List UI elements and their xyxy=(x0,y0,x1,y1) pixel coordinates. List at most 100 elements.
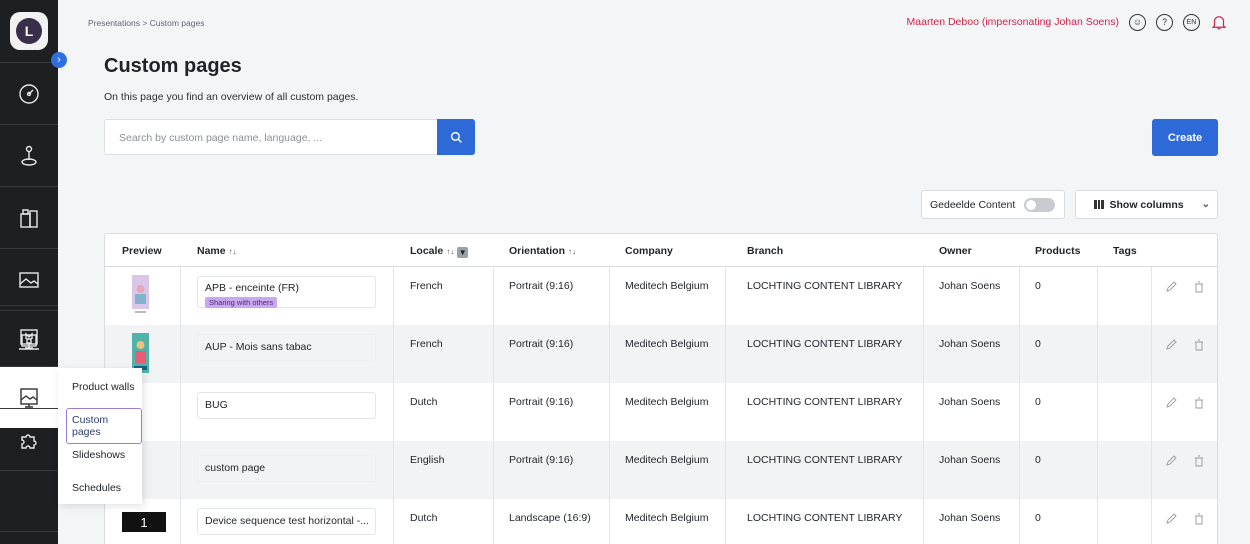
breadcrumb[interactable]: Presentations > Custom pages xyxy=(88,18,204,28)
sidebar-empty-slot xyxy=(0,470,58,532)
row-company: Meditech Belgium xyxy=(625,454,709,466)
col-products: Products xyxy=(1035,245,1081,257)
submenu-product-walls[interactable]: Product walls xyxy=(72,381,134,393)
table-row[interactable]: BUG Dutch Portrait (9:16) Meditech Belgi… xyxy=(105,383,1217,441)
delete-icon[interactable] xyxy=(1193,339,1205,351)
user-bar: Maarten Deboo (impersonating Johan Soens… xyxy=(907,13,1228,31)
page-subtitle: On this page you find an overview of all… xyxy=(104,91,359,103)
submenu-slideshows[interactable]: Slideshows xyxy=(72,449,125,461)
column-divider xyxy=(180,267,181,544)
help-icon[interactable]: ? xyxy=(1156,13,1173,31)
delete-icon[interactable] xyxy=(1193,397,1205,409)
row-products: 0 xyxy=(1035,454,1041,466)
col-orientation-label: Orientation xyxy=(509,245,566,257)
row-orientation: Portrait (9:16) xyxy=(509,454,574,466)
custom-pages-table: Preview Name ↑↓ Locale ↑↓ ▼ Orientation ↑↓ C… xyxy=(104,233,1218,544)
submenu-custom-pages[interactable]: Custom pages xyxy=(66,408,142,444)
row-branch: LOCHTING CONTENT LIBRARY xyxy=(747,338,903,350)
image-icon[interactable] xyxy=(0,248,58,310)
filter-icon[interactable]: ▼ xyxy=(457,247,469,258)
presentation-icon[interactable] xyxy=(0,305,58,371)
row-company: Meditech Belgium xyxy=(625,338,709,350)
edit-icon[interactable] xyxy=(1165,397,1177,409)
search-input[interactable]: Search by custom page name, language, ..… xyxy=(104,119,438,155)
row-owner: Johan Soens xyxy=(939,280,1001,292)
column-divider xyxy=(393,267,394,544)
preview-thumbnail[interactable] xyxy=(132,333,149,373)
delete-icon[interactable] xyxy=(1193,281,1205,293)
search-icon xyxy=(450,131,462,143)
row-branch: LOCHTING CONTENT LIBRARY xyxy=(747,396,903,408)
row-orientation: Portrait (9:16) xyxy=(509,338,574,350)
row-name[interactable]: AUP - Mois sans tabac xyxy=(197,334,376,361)
puzzle-icon[interactable] xyxy=(0,408,58,470)
col-name-label: Name xyxy=(197,245,226,257)
show-columns-label: Show columns xyxy=(1109,198,1184,211)
row-name[interactable]: BUG xyxy=(197,392,376,419)
column-divider xyxy=(725,267,726,544)
table-row[interactable]: custom page English Portrait (9:16) Medi… xyxy=(105,441,1217,499)
row-name[interactable]: APB - enceinte (FR) Sharing with others xyxy=(197,276,376,308)
edit-icon[interactable] xyxy=(1165,281,1177,293)
delete-icon[interactable] xyxy=(1193,513,1205,525)
edit-icon[interactable] xyxy=(1165,455,1177,467)
row-orientation: Portrait (9:16) xyxy=(509,280,574,292)
table-row[interactable]: 1 Device sequence test horizontal -... D… xyxy=(105,499,1217,544)
col-locale-label: Locale xyxy=(410,245,444,257)
sharing-badge: Sharing with others xyxy=(205,297,278,308)
row-orientation: Portrait (9:16) xyxy=(509,396,574,408)
table-row[interactable]: APB - enceinte (FR) Sharing with others … xyxy=(105,267,1217,325)
submenu-schedules[interactable]: Schedules xyxy=(72,482,121,494)
toggle-switch[interactable] xyxy=(1024,197,1056,212)
row-products: 0 xyxy=(1035,396,1041,408)
col-orientation[interactable]: Orientation ↑↓ xyxy=(509,245,576,257)
row-branch: LOCHTING CONTENT LIBRARY xyxy=(747,454,903,466)
user-name[interactable]: Maarten Deboo (impersonating Johan Soens… xyxy=(907,16,1119,28)
columns-icon xyxy=(1094,200,1104,209)
row-products: 0 xyxy=(1035,512,1041,524)
sort-icon[interactable]: ↑↓ xyxy=(446,247,454,256)
table-header: Preview Name ↑↓ Locale ↑↓ ▼ Orientation ↑↓ C… xyxy=(105,234,1217,267)
language-icon[interactable]: EN xyxy=(1183,13,1200,31)
column-divider xyxy=(1097,267,1098,544)
edit-icon[interactable] xyxy=(1165,339,1177,351)
create-button[interactable]: Create xyxy=(1152,119,1218,156)
delete-icon[interactable] xyxy=(1193,455,1205,467)
row-company: Meditech Belgium xyxy=(625,280,709,292)
row-name[interactable]: custom page xyxy=(197,455,376,482)
dashboard-icon[interactable] xyxy=(0,62,58,124)
row-locale: French xyxy=(410,338,443,350)
show-columns-button[interactable]: Show columns ⌄ xyxy=(1075,190,1218,219)
shared-content-toggle[interactable]: Gedeelde Content xyxy=(921,190,1065,219)
joystick-icon[interactable] xyxy=(0,124,58,186)
notification-bell-icon[interactable] xyxy=(1210,13,1228,31)
row-products: 0 xyxy=(1035,338,1041,350)
account-icon[interactable]: ☺ xyxy=(1129,13,1146,31)
row-owner: Johan Soens xyxy=(939,396,1001,408)
search-button[interactable] xyxy=(437,119,475,155)
sort-icon[interactable]: ↑↓ xyxy=(568,247,576,256)
preview-thumbnail[interactable] xyxy=(132,275,149,315)
sidebar: L › xyxy=(0,0,67,544)
products-icon[interactable] xyxy=(0,186,58,248)
row-locale: French xyxy=(410,280,443,292)
col-name[interactable]: Name ↑↓ xyxy=(197,245,237,257)
app-logo[interactable]: L xyxy=(10,12,48,50)
row-orientation: Landscape (16:9) xyxy=(509,512,591,524)
sort-icon[interactable]: ↑↓ xyxy=(229,247,237,256)
col-preview: Preview xyxy=(122,245,162,257)
app-root: L › Product walls Custom pages Slideshow… xyxy=(0,0,1250,544)
column-divider xyxy=(923,267,924,544)
column-divider xyxy=(1019,267,1020,544)
expand-sidebar-button[interactable]: › xyxy=(51,52,67,68)
col-locale[interactable]: Locale ↑↓ ▼ xyxy=(410,245,469,258)
preview-thumbnail[interactable]: 1 xyxy=(122,512,166,532)
row-name[interactable]: Device sequence test horizontal -... xyxy=(197,508,376,535)
row-company: Meditech Belgium xyxy=(625,512,709,524)
page-title: Custom pages xyxy=(104,55,242,77)
edit-icon[interactable] xyxy=(1165,513,1177,525)
column-divider xyxy=(1151,267,1152,544)
row-owner: Johan Soens xyxy=(939,454,1001,466)
table-row[interactable]: AUP - Mois sans tabac French Portrait (9… xyxy=(105,325,1217,383)
row-branch: LOCHTING CONTENT LIBRARY xyxy=(747,512,903,524)
